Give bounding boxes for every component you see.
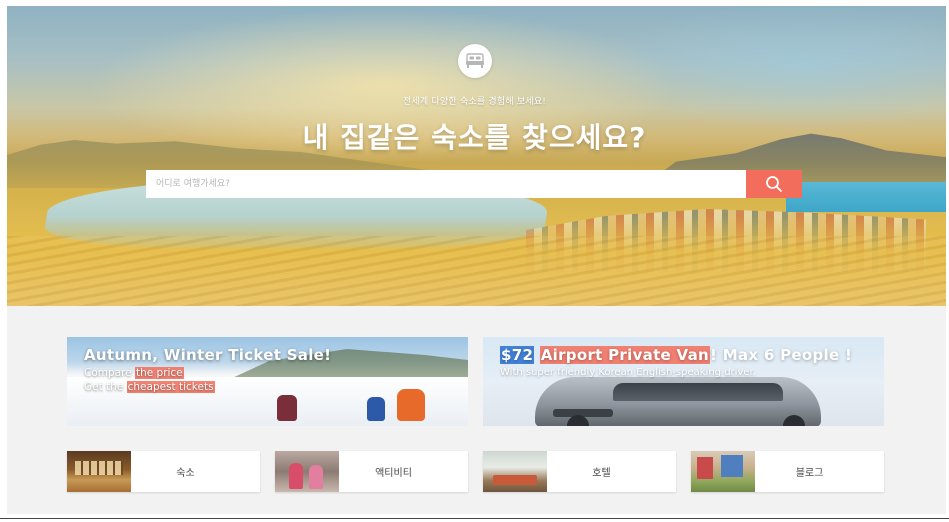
ticket-sale-line-1-prefix: Compare: [84, 367, 135, 379]
airport-van-title: $72 Airport Private Van! Max 6 People !: [500, 346, 852, 364]
ticket-sale-line-1-highlight: the price: [134, 367, 184, 379]
category-card-activity[interactable]: 액티비티: [275, 451, 468, 492]
ticket-sale-line-2: Get the cheapest tickets: [84, 381, 215, 393]
airport-van-title-rest: ! Max 6 People !: [710, 346, 853, 364]
skier-figure: [277, 395, 297, 421]
category-label: 숙소: [176, 468, 195, 479]
skier-figure: [397, 389, 425, 421]
airport-van-subtitle: With super friendly Korean English-speak…: [500, 367, 756, 378]
ticket-sale-line-2-prefix: Get the: [84, 381, 127, 393]
category-thumbnail: [691, 451, 755, 492]
ticket-sale-title: Autumn, Winter Ticket Sale!: [84, 346, 332, 364]
search-input[interactable]: [146, 170, 746, 198]
ticket-sale-banner[interactable]: Autumn, Winter Ticket Sale! Compare the …: [67, 337, 468, 426]
category-card-blog[interactable]: 블로그: [691, 451, 884, 492]
hero-title: 내 집같은 숙소를 찾으세요?: [302, 121, 647, 154]
skier-figure: [367, 397, 385, 421]
bottom-divider: [0, 518, 949, 519]
hero-field-texture: [7, 236, 946, 306]
hero-sea-right: [786, 182, 946, 212]
bed-icon: [458, 44, 492, 78]
search-icon: [766, 176, 782, 192]
search-bar: [146, 170, 802, 198]
category-label: 블로그: [795, 468, 824, 479]
category-thumbnail: [275, 451, 339, 492]
page: 전세계 다양한 숙소를 경험해 보세요! 내 집같은 숙소를 찾으세요? Aut…: [0, 0, 949, 522]
category-label: 액티비티: [375, 468, 412, 479]
ticket-sale-line-1: Compare the price: [84, 367, 184, 379]
airport-van-price: $72: [500, 346, 535, 364]
category-label: 호텔: [592, 468, 611, 479]
airport-van-title-highlight: Airport Private Van: [539, 346, 711, 364]
category-card-hotel[interactable]: 호텔: [483, 451, 676, 492]
ticket-sale-line-2-highlight: cheapest tickets: [126, 381, 215, 393]
airport-van-banner[interactable]: $72 Airport Private Van! Max 6 People ! …: [483, 337, 884, 426]
search-button[interactable]: [746, 170, 802, 198]
van-window: [613, 383, 783, 401]
category-thumbnail: [67, 451, 131, 492]
category-thumbnail: [483, 451, 547, 492]
category-card-stay[interactable]: 숙소: [67, 451, 260, 492]
hero-subtitle: 전세계 다양한 숙소를 경험해 보세요!: [402, 97, 547, 107]
